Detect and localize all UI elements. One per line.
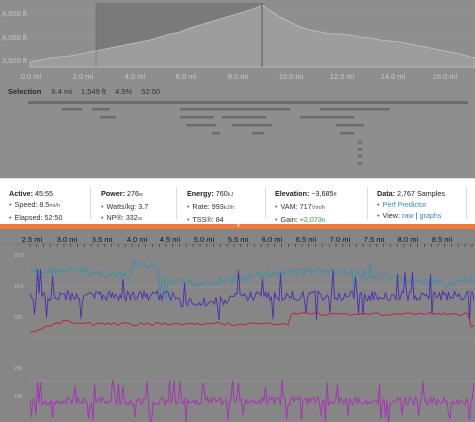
stream-charts-panel: 2.5 mi 3.0 mi 3.5 mi 4.0 mi 4.5 mi 5.0 m… xyxy=(0,229,475,422)
graphs-link[interactable]: graphs xyxy=(419,211,441,220)
wkg-value: 3.7 xyxy=(138,202,149,211)
distance-tick: 5.5 mi xyxy=(227,235,249,244)
distance-tick: 6.0 mi xyxy=(261,235,283,244)
distance-tick: 7.5 mi xyxy=(363,235,385,244)
x-tick-label: 2.0 mi xyxy=(72,72,94,81)
power-stats: Power: 276w • Watts/kg: 3.7 • NP®: 332w xyxy=(101,189,149,222)
vam-value: 717 xyxy=(299,202,312,211)
elevation-unit: ft xyxy=(333,192,337,198)
x-tick-label: 8.0 mi xyxy=(227,72,249,81)
x-tick-label: 0.0 mi xyxy=(20,72,42,81)
axis-value-label: 100 xyxy=(14,394,23,400)
heartrate-series-line xyxy=(29,312,475,333)
stats-panel: Active: 45:55 • Speed: 8.5mi/h • Elapsed… xyxy=(0,178,475,224)
data-label: Data: xyxy=(377,189,395,198)
energy-stats: Energy: 760kJ • Rate: 993kJ/h • TSS®: 84 xyxy=(187,189,235,224)
data-value: 2,767 Samples xyxy=(396,189,445,198)
stream-charts[interactable] xyxy=(0,229,475,422)
wkg-label: Watts/kg: xyxy=(106,202,137,211)
rate-value: 993 xyxy=(211,202,224,211)
perf-predictor-link[interactable]: Perf Predictor xyxy=(383,200,427,209)
tss-value: 84 xyxy=(215,215,224,224)
view-separator: | xyxy=(415,211,418,220)
distance-tick: 2.5 mi xyxy=(21,235,43,244)
energy-unit: kJ xyxy=(227,192,234,198)
speed-series-line xyxy=(29,258,475,300)
power-label: Power: xyxy=(101,189,125,198)
selection-time: 52:50 xyxy=(141,87,161,96)
axis-value-label: 200 xyxy=(14,366,23,372)
np-unit: w xyxy=(137,216,142,222)
distance-tick: 6.5 mi xyxy=(295,235,317,244)
speed-unit: mi/h xyxy=(49,203,61,209)
energy-value: 760 xyxy=(215,189,228,198)
vam-label: VAM: xyxy=(280,202,298,211)
active-stats: Active: 45:55 • Speed: 8.5mi/h • Elapsed… xyxy=(9,189,63,222)
x-tick-label: 16.0 mi xyxy=(432,72,458,81)
axis-value-label: 10.0 xyxy=(14,284,24,290)
speed-label: Speed: xyxy=(14,200,38,209)
column-divider xyxy=(367,187,368,219)
raw-link[interactable]: raw xyxy=(402,211,414,220)
column-divider xyxy=(265,187,266,219)
speed-value: 8.5 xyxy=(39,200,50,209)
elevation-label: Elevation: xyxy=(275,189,310,198)
distance-tick: 4.0 mi xyxy=(126,235,148,244)
gain-value: +2,073 xyxy=(299,215,322,224)
distance-tick: 4.5 mi xyxy=(159,235,181,244)
x-tick-label: 14.0 mi xyxy=(380,72,406,81)
x-tick-label: 10.0 mi xyxy=(278,72,304,81)
selection-distance: 6.4 mi xyxy=(51,87,72,96)
elapsed-value: 52:50 xyxy=(44,213,63,222)
distance-tick: 7.0 mi xyxy=(329,235,351,244)
tss-label: TSS®: xyxy=(192,215,214,224)
energy-label: Energy: xyxy=(187,189,214,198)
elevation-value: ~3,685 xyxy=(311,189,334,198)
rate-unit: kJ/h xyxy=(223,205,235,211)
distance-tick: 5.0 mi xyxy=(193,235,215,244)
selection-label: Selection xyxy=(8,87,42,96)
active-label: Active: xyxy=(9,189,33,198)
elevation-profile-panel: 4,500 ft 4,000 ft 3,500 ft 0.0 mi 2.0 mi… xyxy=(0,0,475,178)
np-label: NP®: xyxy=(106,213,124,222)
view-label: View: xyxy=(382,211,400,220)
power-value: 276 xyxy=(126,189,139,198)
x-tick-label: 4.0 mi xyxy=(124,72,146,81)
rate-label: Rate: xyxy=(192,202,210,211)
gain-label: Gain: xyxy=(280,215,298,224)
distance-tick: 3.0 mi xyxy=(56,235,78,244)
y-tick-label: 4,000 ft xyxy=(2,33,28,42)
active-value: 45:55 xyxy=(34,189,53,198)
selection-grade: 4.5% xyxy=(115,87,133,96)
x-tick-label: 12.0 mi xyxy=(329,72,355,81)
vam-unit: Vm/h xyxy=(311,205,326,211)
y-tick-label: 3,500 ft xyxy=(2,56,28,65)
data-stats: Data: 2,767 Samples • Perf Predictor • V… xyxy=(377,189,445,220)
elapsed-label: Elapsed: xyxy=(14,213,43,222)
distance-tick: 8.0 mi xyxy=(397,235,419,244)
elevation-stats: Elevation: ~3,685ft • VAM: 717Vm/h • Gai… xyxy=(275,189,337,224)
cadence-series-line xyxy=(29,379,475,422)
distance-tick: 8.5 mi xyxy=(431,235,453,244)
selection-elevation: 1,549 ft xyxy=(80,87,106,96)
column-divider xyxy=(466,187,467,219)
axis-value-label: 20.0 xyxy=(14,253,24,259)
power-unit: w xyxy=(138,192,144,198)
column-divider xyxy=(90,187,91,219)
selection-summary: Selection 6.4 mi 1,549 ft 4.5% 52:50 xyxy=(8,87,167,96)
segment-bars xyxy=(28,101,468,165)
y-tick-label: 4,500 ft xyxy=(2,9,28,18)
x-tick-label: 6.0 mi xyxy=(175,72,197,81)
np-value: 332 xyxy=(125,213,138,222)
axis-value-label: 500 xyxy=(14,315,23,321)
column-divider xyxy=(176,187,177,219)
distance-tick: 3.5 mi xyxy=(91,235,113,244)
